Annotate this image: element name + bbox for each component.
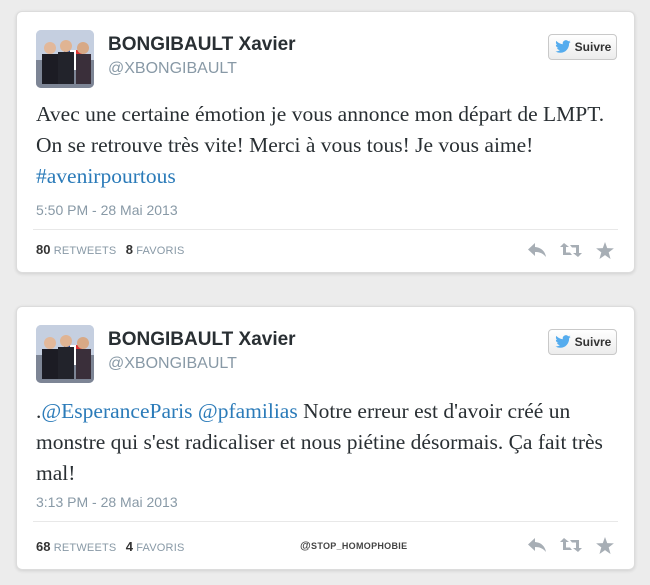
favorites-count[interactable]: 8 — [126, 242, 133, 257]
twitter-bird-icon — [554, 40, 571, 53]
retweet-button[interactable] — [560, 536, 582, 554]
follow-label: Suivre — [574, 40, 612, 54]
reply-button[interactable] — [526, 241, 548, 259]
tweet-card: BONGIBAULT Xavier @XBONGIBAULT Suivre Av… — [16, 11, 635, 273]
retweet-button[interactable] — [560, 241, 582, 259]
mention-link[interactable]: @EsperanceParis — [41, 399, 192, 423]
reply-icon — [528, 538, 546, 552]
avatar[interactable] — [36, 325, 94, 383]
retweet-icon — [560, 538, 582, 552]
watermark-at: @ — [300, 540, 312, 552]
tweet-text: .@EsperanceParis @pfamilias Notre erreur… — [36, 396, 612, 489]
tweet-text: Avec une certaine émotion je vous annonc… — [36, 99, 612, 192]
favorite-button[interactable] — [594, 241, 616, 259]
favorites-label[interactable]: FAVORIS — [136, 245, 184, 257]
retweets-count[interactable]: 68 — [36, 539, 50, 554]
follow-button[interactable]: Suivre — [548, 34, 617, 60]
retweets-label[interactable]: RETWEETS — [54, 542, 117, 554]
author-name[interactable]: BONGIBAULT Xavier — [108, 329, 296, 351]
tweet-body: Avec une certaine émotion je vous annonc… — [36, 102, 605, 157]
favorites-count[interactable]: 4 — [126, 539, 133, 554]
tweet-actions — [526, 536, 616, 554]
tweet-card: BONGIBAULT Xavier @XBONGIBAULT Suivre .@… — [16, 306, 635, 570]
author-name[interactable]: BONGIBAULT Xavier — [108, 34, 296, 56]
avatar[interactable] — [36, 30, 94, 88]
tweet-actions — [526, 241, 616, 259]
follow-label: Suivre — [574, 335, 612, 349]
author-handle[interactable]: @XBONGIBAULT — [108, 60, 237, 78]
reply-icon — [528, 243, 546, 257]
watermark-text: STOP_HOMOPHOBIE — [311, 541, 408, 551]
author-handle[interactable]: @XBONGIBAULT — [108, 355, 237, 373]
reply-button[interactable] — [526, 536, 548, 554]
watermark: @STOP_HOMOPHOBIE — [300, 540, 407, 552]
tweet-stats: 80 RETWEETS 8 FAVORIS — [36, 242, 184, 257]
follow-button[interactable]: Suivre — [548, 329, 617, 355]
star-icon — [596, 536, 614, 554]
divider — [33, 229, 618, 230]
mention-link[interactable]: @pfamilias — [198, 399, 298, 423]
retweet-icon — [560, 243, 582, 257]
hashtag-link[interactable]: #avenirpourtous — [36, 164, 176, 188]
star-icon — [596, 241, 614, 259]
favorite-button[interactable] — [594, 536, 616, 554]
twitter-bird-icon — [554, 335, 571, 348]
divider — [33, 521, 618, 522]
retweets-label[interactable]: RETWEETS — [54, 245, 117, 257]
tweet-stats: 68 RETWEETS 4 FAVORIS — [36, 539, 184, 554]
retweets-count[interactable]: 80 — [36, 242, 50, 257]
tweet-timestamp[interactable]: 5:50 PM - 28 Mai 2013 — [36, 202, 178, 218]
favorites-label[interactable]: FAVORIS — [136, 542, 184, 554]
tweet-timestamp[interactable]: 3:13 PM - 28 Mai 2013 — [36, 494, 178, 510]
